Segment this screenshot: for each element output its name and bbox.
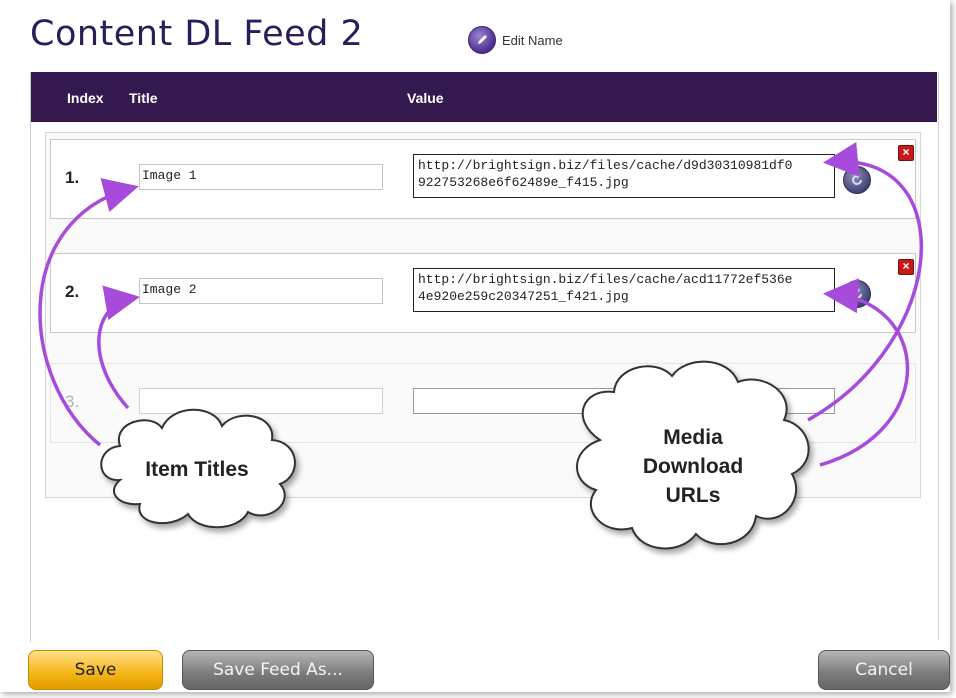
item-index: 2. <box>65 282 80 301</box>
feed-item-row: 2. Image 2 http://brightsign.biz/files/c… <box>50 253 916 333</box>
item-url-input[interactable]: http://brightsign.biz/files/cache/acd117… <box>413 268 835 312</box>
feed-panel: Index Title Value 1. Image 1 http://brig… <box>30 72 937 642</box>
header-title: Title <box>129 90 158 106</box>
item-url-input[interactable] <box>413 388 835 414</box>
table-header: Index Title Value <box>31 72 937 122</box>
header-index: Index <box>67 90 104 106</box>
item-title-input[interactable]: Image 1 <box>139 164 383 190</box>
item-title-input[interactable] <box>139 388 383 414</box>
save-button[interactable]: Save <box>28 650 163 690</box>
item-title-input[interactable]: Image 2 <box>139 278 383 304</box>
item-index: 1. <box>65 168 80 187</box>
close-icon: × <box>902 145 910 159</box>
media-urls-callout: Media Download URLs <box>642 426 744 507</box>
item-titles-callout: Item Titles <box>145 458 249 481</box>
cancel-button[interactable]: Cancel <box>818 650 950 690</box>
item-url-input[interactable]: http://brightsign.biz/files/cache/d9d303… <box>413 154 835 198</box>
refresh-icon <box>852 173 862 185</box>
panel-right-border <box>938 72 939 640</box>
delete-item-button[interactable]: × <box>898 259 914 275</box>
delete-item-button[interactable]: × <box>898 145 914 161</box>
feed-item-list[interactable]: 1. Image 1 http://brightsign.biz/files/c… <box>45 132 921 498</box>
refresh-icon <box>852 287 862 299</box>
feed-item-row: 1. Image 1 http://brightsign.biz/files/c… <box>50 139 916 219</box>
download-url-button[interactable] <box>843 280 871 308</box>
close-icon: × <box>902 259 910 273</box>
new-item-row: 3. <box>50 363 916 443</box>
download-url-button[interactable] <box>843 166 871 194</box>
pencil-icon <box>468 26 496 54</box>
edit-name-button[interactable]: Edit Name <box>468 26 563 54</box>
header-value: Value <box>407 90 444 106</box>
page-title: Content DL Feed 2 <box>30 14 364 54</box>
save-feed-as-button[interactable]: Save Feed As... <box>182 650 374 690</box>
edit-name-label: Edit Name <box>502 32 563 48</box>
item-index: 3. <box>65 392 80 411</box>
